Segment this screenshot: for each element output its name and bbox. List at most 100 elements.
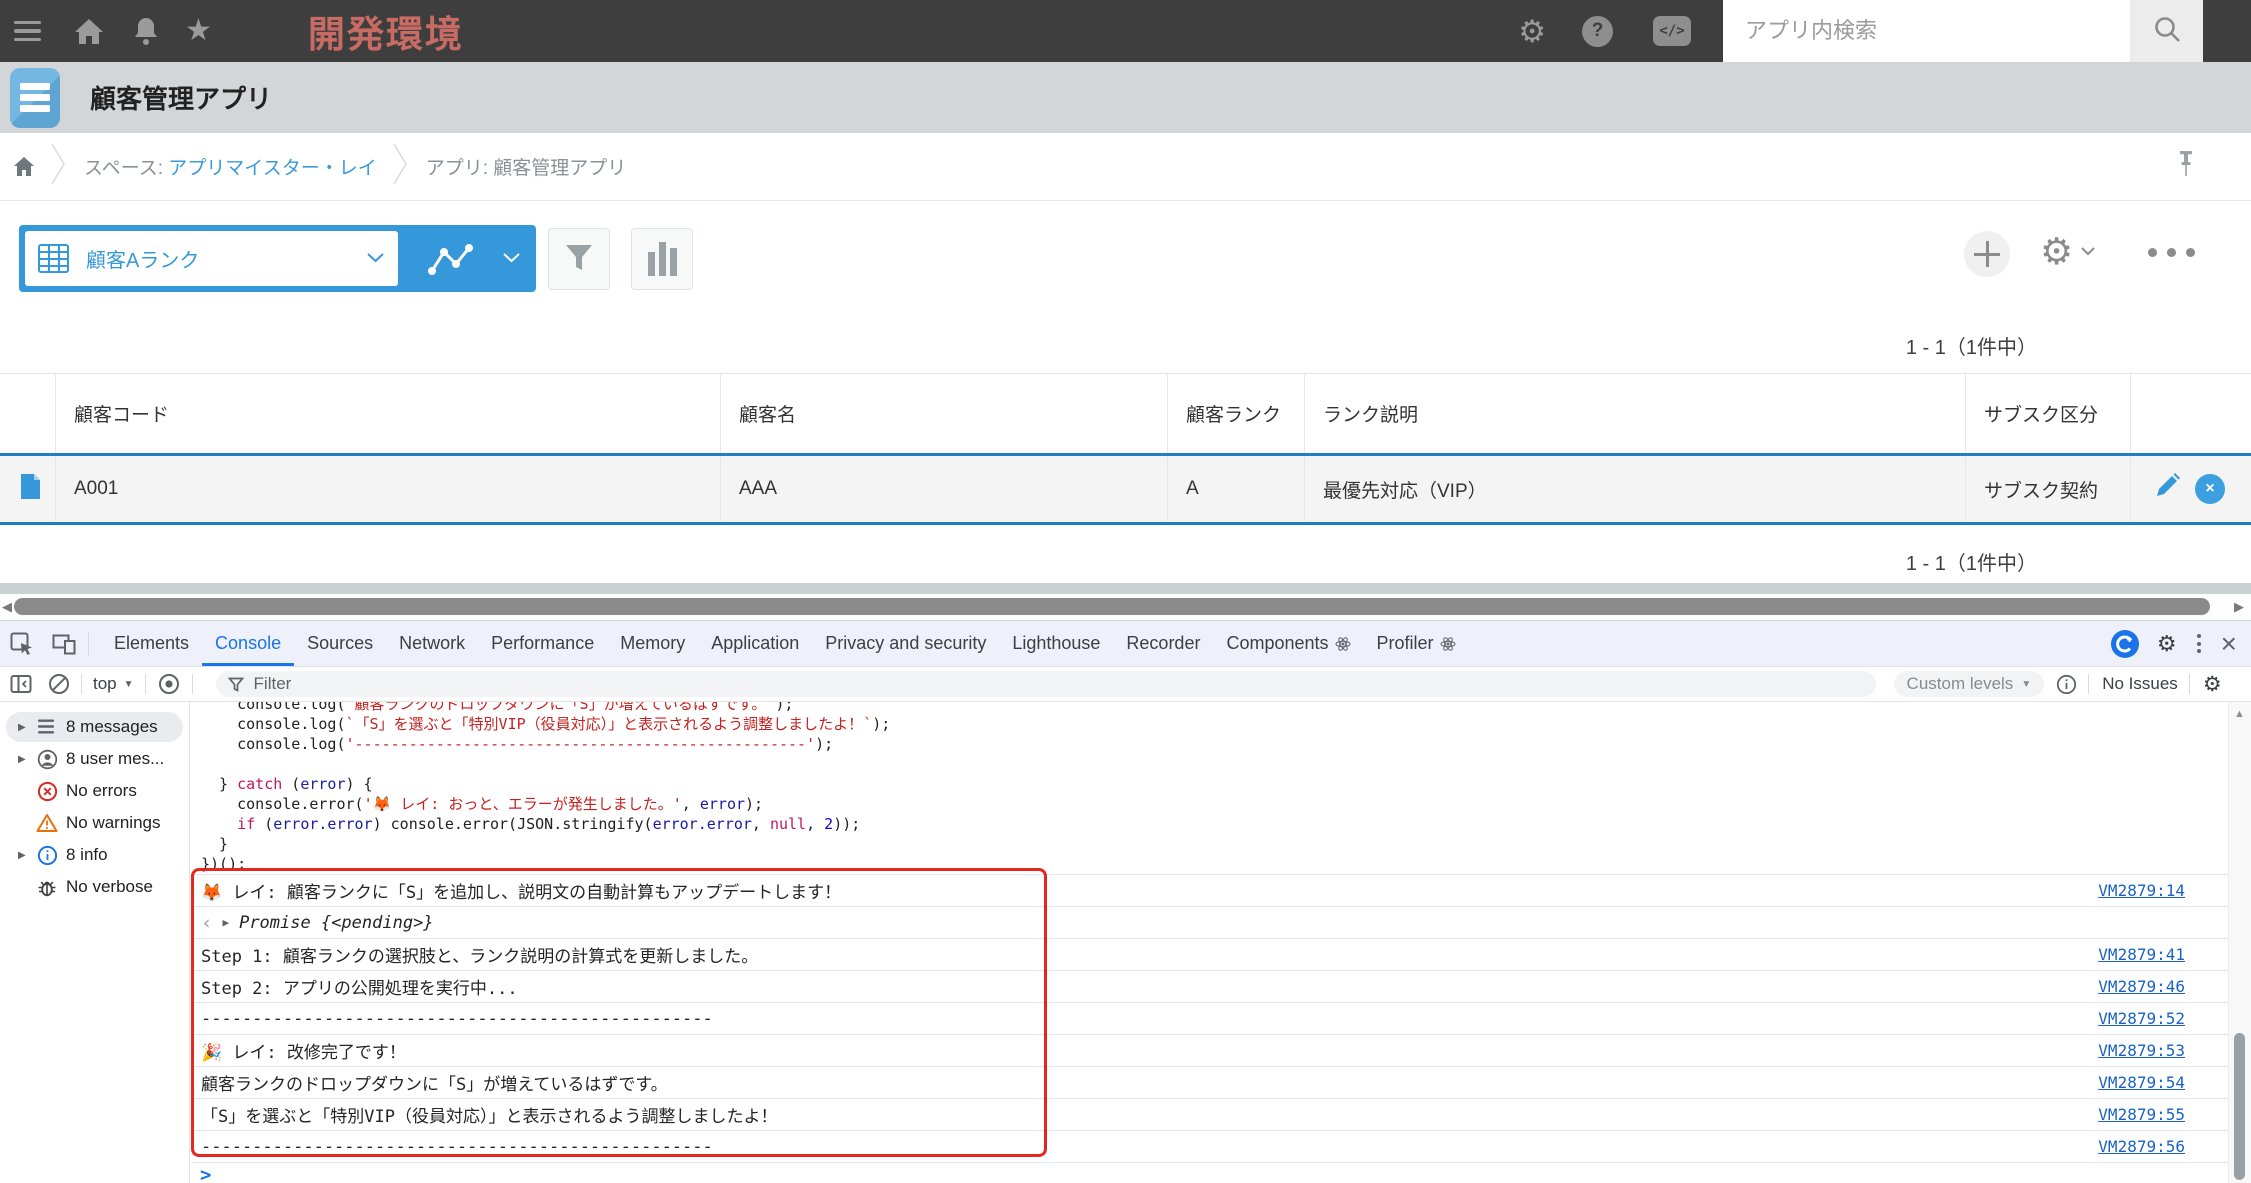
context-selector[interactable]: top ▼ [93, 674, 134, 694]
delete-record-icon[interactable]: × [2195, 474, 2225, 504]
sidebar-item-label: 8 messages [66, 717, 158, 736]
console-output: console.log('顧客ランクのドロップダウンに「S」が増えているはずです… [191, 702, 2228, 1183]
horizontal-scrollbar-thumb[interactable] [14, 598, 2210, 615]
breadcrumb-app: アプリ: 顧客管理アプリ [425, 158, 627, 179]
tab-sources[interactable]: Sources [294, 621, 386, 666]
info-circle-icon[interactable] [2056, 674, 2077, 695]
tab-network[interactable]: Network [386, 621, 478, 666]
console-message-text: 🦊 レイ: 顧客ランクに「S」を追加し、説明文の自動計算もアップデートします！ [201, 883, 842, 903]
view-dropdown[interactable]: 顧客Aランク [25, 231, 398, 286]
hamburger-menu-icon[interactable] [14, 20, 41, 42]
add-record-button[interactable] [1964, 231, 2010, 277]
console-source-link[interactable]: VM2879:52 [2098, 1009, 2185, 1028]
app-icon[interactable] [10, 67, 60, 128]
console-vertical-scrollbar[interactable]: ▲ [2228, 702, 2251, 1183]
tab-components[interactable]: Components [1213, 621, 1363, 666]
header-customer-rank: 顧客ランク [1168, 374, 1305, 453]
horizontal-scrollbar[interactable]: ◀ ▶ [0, 594, 2251, 620]
edit-pencil-icon[interactable] [2153, 472, 2181, 506]
toolbar-separator [2188, 674, 2190, 694]
filter-button[interactable] [548, 228, 610, 290]
console-message: ‹ ▶ Promise {<pending>} [191, 907, 2228, 939]
app-settings-button[interactable]: ⚙ [2040, 233, 2095, 270]
tab-performance[interactable]: Performance [478, 621, 607, 666]
admin-gear-icon[interactable]: ⚙ [1518, 16, 1546, 47]
chart-button[interactable] [631, 228, 693, 290]
scroll-up-arrow-icon[interactable]: ▲ [2234, 708, 2245, 720]
pin-icon[interactable] [2177, 150, 2195, 183]
devtools-ai-icon[interactable] [2110, 629, 2139, 658]
device-toolbar-icon[interactable] [52, 633, 76, 655]
pagination-bottom: 1 - 1（1件中） [1905, 553, 2037, 575]
devtools-tab-label: Performance [491, 633, 595, 653]
console-source-link[interactable]: VM2879:41 [2098, 945, 2185, 964]
console-sidebar-item-no-errors[interactable]: ▶ No errors [6, 776, 183, 806]
cell-rank-desc: 最優先対応（VIP） [1305, 456, 1966, 522]
expand-triangle-icon[interactable]: ▶ [222, 916, 229, 929]
console-sidebar-item-no-verbose[interactable]: ▶ No verbose [6, 872, 183, 902]
console-source-link[interactable]: VM2879:53 [2098, 1041, 2185, 1060]
error-icon [34, 781, 60, 802]
console-sidebar-item-8-info[interactable]: ▶ 8 info [6, 840, 183, 870]
console-sidebar-item-8-user-mes[interactable]: ▶ 8 user mes... [6, 744, 183, 774]
log-levels-dropdown[interactable]: Custom levels ▼ [1893, 671, 2045, 697]
graph-view-icon[interactable] [398, 242, 503, 276]
console-message-text: 顧客ランクのドロップダウンに「S」が増えているはずです。 [201, 1075, 668, 1095]
console-message: ‹ ▶ 🦊 レイ: 顧客ランクに「S」を追加し、説明文の自動計算もアップデートし… [191, 875, 2228, 907]
tab-memory[interactable]: Memory [607, 621, 698, 666]
console-source-link[interactable]: VM2879:14 [2098, 881, 2185, 900]
space-link[interactable]: アプリマイスター・レイ [168, 158, 376, 179]
search-button[interactable] [2130, 0, 2203, 62]
app-search-input[interactable] [1723, 0, 2130, 62]
record-icon-cell[interactable] [0, 456, 56, 522]
tab-console[interactable]: Console [202, 621, 294, 666]
devtools-menu-kebab-icon[interactable] [2196, 634, 2201, 653]
tab-elements[interactable]: Elements [101, 621, 202, 666]
console-sidebar-toggle-icon[interactable] [10, 674, 32, 694]
devtools-close-icon[interactable]: × [2221, 629, 2237, 658]
notifications-bell-icon[interactable] [133, 16, 159, 46]
console-source-link[interactable]: VM2879:54 [2098, 1073, 2185, 1092]
vertical-scrollbar-thumb[interactable] [2234, 1033, 2245, 1180]
expand-caret-icon[interactable]: ▶ [18, 850, 34, 861]
help-icon[interactable]: ? [1582, 15, 1613, 47]
graph-caret-icon[interactable] [503, 250, 520, 268]
console-source-link[interactable]: VM2879:55 [2098, 1105, 2185, 1124]
view-selector[interactable]: 顧客Aランク [19, 225, 536, 292]
tab-privacy-and-security[interactable]: Privacy and security [812, 621, 999, 666]
live-expression-eye-icon[interactable] [157, 672, 181, 696]
scroll-left-arrow-icon[interactable]: ◀ [2, 599, 12, 615]
console-source-link[interactable]: VM2879:46 [2098, 977, 2185, 996]
filter-placeholder: Filter [253, 674, 292, 693]
console-sidebar-item-no-warnings[interactable]: ▶ No warnings [6, 808, 183, 838]
console-filter-input[interactable]: Filter [215, 671, 1876, 697]
portal-home-icon[interactable] [13, 156, 35, 177]
console-source-link[interactable]: VM2879:56 [2098, 1137, 2185, 1156]
tab-application[interactable]: Application [698, 621, 812, 666]
clear-console-icon[interactable] [48, 673, 70, 695]
favorites-star-icon[interactable]: ★ [185, 16, 212, 46]
no-issues-label[interactable]: No Issues [2102, 674, 2178, 694]
scroll-right-arrow-icon[interactable]: ▶ [2234, 599, 2244, 615]
console-prompt-chevron[interactable]: > [200, 1164, 211, 1183]
tab-lighthouse[interactable]: Lighthouse [999, 621, 1113, 666]
devtools-settings-gear-icon[interactable]: ⚙ [2157, 632, 2177, 655]
home-icon[interactable] [74, 18, 104, 45]
table-row: A001 AAA A 最優先対応（VIP） サブスク契約 × [0, 453, 2251, 525]
devtools-tab-label: Components [1226, 633, 1329, 653]
console-settings-gear-icon[interactable]: ⚙ [2203, 674, 2222, 695]
code-line: console.log('顧客ランクのドロップダウンに「S」が増えているはずです… [201, 702, 794, 713]
more-options-button[interactable] [2148, 248, 2195, 257]
topbar-right-pad [2203, 0, 2251, 62]
expand-caret-icon[interactable]: ▶ [18, 722, 34, 733]
console-sidebar-item-8-messages[interactable]: ▶ 8 messages [6, 712, 183, 742]
tab-profiler[interactable]: Profiler [1364, 621, 1469, 666]
app-header: 顧客管理アプリ [0, 62, 2251, 133]
expand-caret-icon[interactable]: ▶ [18, 754, 34, 765]
devtools-tab-label: Network [399, 633, 466, 653]
devtools-tab-label: Profiler [1376, 633, 1434, 653]
inspect-element-icon[interactable] [10, 632, 34, 656]
tab-recorder[interactable]: Recorder [1113, 621, 1213, 666]
developer-code-icon[interactable]: </> [1653, 16, 1691, 46]
